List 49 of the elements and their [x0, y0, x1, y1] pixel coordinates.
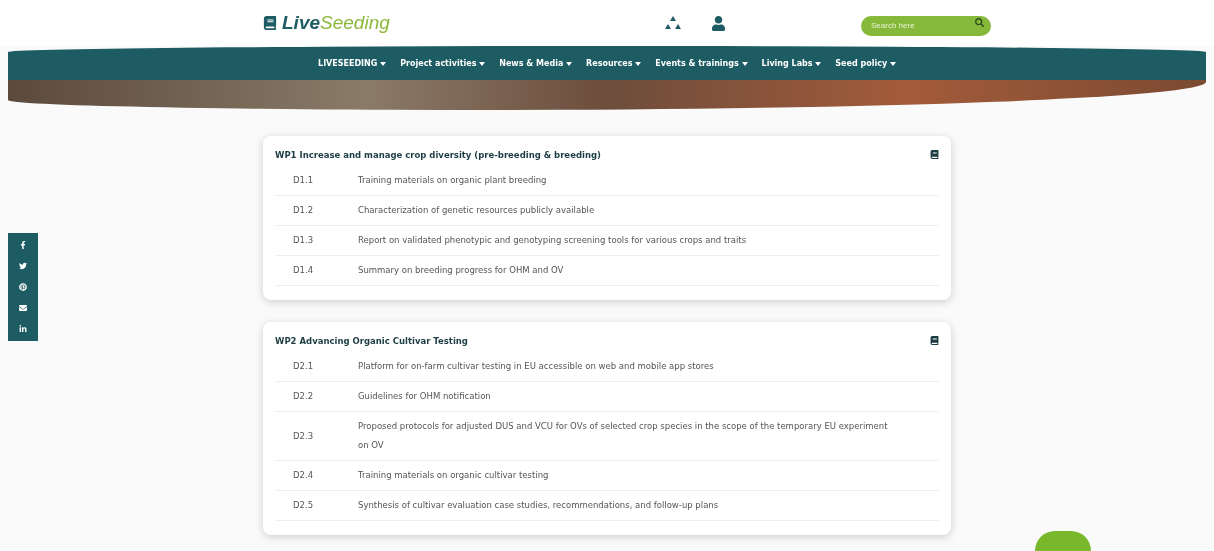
nav-link[interactable]: Events & trainings: [655, 58, 748, 68]
deliverable-code: D1.4: [293, 264, 315, 277]
caret-icon: [380, 61, 387, 66]
pinterest-icon[interactable]: [19, 283, 27, 291]
logo-text: Live: [282, 12, 321, 33]
facebook-icon[interactable]: [19, 241, 27, 249]
book-icon[interactable]: [930, 150, 939, 159]
twitter-icon[interactable]: [19, 262, 27, 270]
network-icon[interactable]: [665, 15, 681, 31]
nav-link[interactable]: Resources: [586, 58, 642, 68]
deliverable-title[interactable]: Report on validated phenotypic and genotyping screening tools for various crops and traits: [358, 231, 747, 250]
caret-icon: [566, 61, 573, 66]
deliverable-title[interactable]: Proposed protocols for adjusted DUS and VCU for OVs of selected crop species in the scope of the temporary EU experiment on OV: [358, 417, 898, 455]
mail-icon[interactable]: [19, 304, 27, 312]
deliverable-title[interactable]: Characterization of genetic resources publicly available: [358, 201, 595, 220]
search-icon[interactable]: [975, 18, 984, 27]
deliverable-code: D1.2: [293, 204, 315, 217]
deliverable-title[interactable]: Summary on breeding progress for OHM and OV: [358, 261, 564, 280]
deliverable-title[interactable]: Platform for on-farm cultivar testing in EU accessible on web and mobile app stores: [358, 357, 714, 376]
nav-link[interactable]: Project activities: [400, 58, 486, 68]
deliverable-code: D1.3: [293, 234, 315, 247]
card-title: WP2 Advancing Organic Cultivar Testing: [275, 335, 468, 346]
deliverable-title[interactable]: Synthesis of cultivar evaluation case studies, recommendations, and follow-up plans: [358, 496, 719, 515]
user-icon[interactable]: [711, 15, 726, 31]
caret-icon: [889, 61, 896, 66]
caret-icon: [635, 61, 642, 66]
deliverable-title[interactable]: Training materials on organic plant breeding: [358, 171, 547, 190]
deliverable-code: D1.1: [293, 174, 315, 187]
search-field[interactable]: Search here: [861, 15, 991, 36]
nav-link[interactable]: Seed policy: [835, 58, 896, 68]
logo-text: Seeding: [320, 12, 390, 33]
deliverable-code: D2.5: [293, 499, 315, 512]
caret-icon: [815, 61, 822, 66]
deliverable-title[interactable]: Training materials on organic cultivar testing: [358, 466, 549, 485]
deliverable-title[interactable]: Guidelines for OHM notification: [358, 387, 491, 406]
card-title: WP1 Increase and manage crop diversity (pre-breeding & breeding): [275, 149, 601, 160]
logo[interactable]: LiveSeeding: [263, 12, 665, 34]
deliverable-code: D2.2: [293, 390, 315, 403]
linkedin-icon[interactable]: [19, 325, 27, 333]
deliverable-code: D2.4: [293, 469, 315, 482]
nav-link[interactable]: Living Labs: [761, 58, 822, 68]
caret-icon: [479, 61, 486, 66]
deliverable-code: D2.1: [293, 360, 315, 373]
logo-icon: [263, 16, 277, 30]
book-icon[interactable]: [930, 336, 939, 345]
nav-link[interactable]: LIVESEEDING: [318, 58, 387, 68]
deliverable-code: D2.3: [293, 429, 315, 443]
caret-icon: [741, 61, 748, 66]
nav-link[interactable]: News & Media: [499, 58, 573, 68]
